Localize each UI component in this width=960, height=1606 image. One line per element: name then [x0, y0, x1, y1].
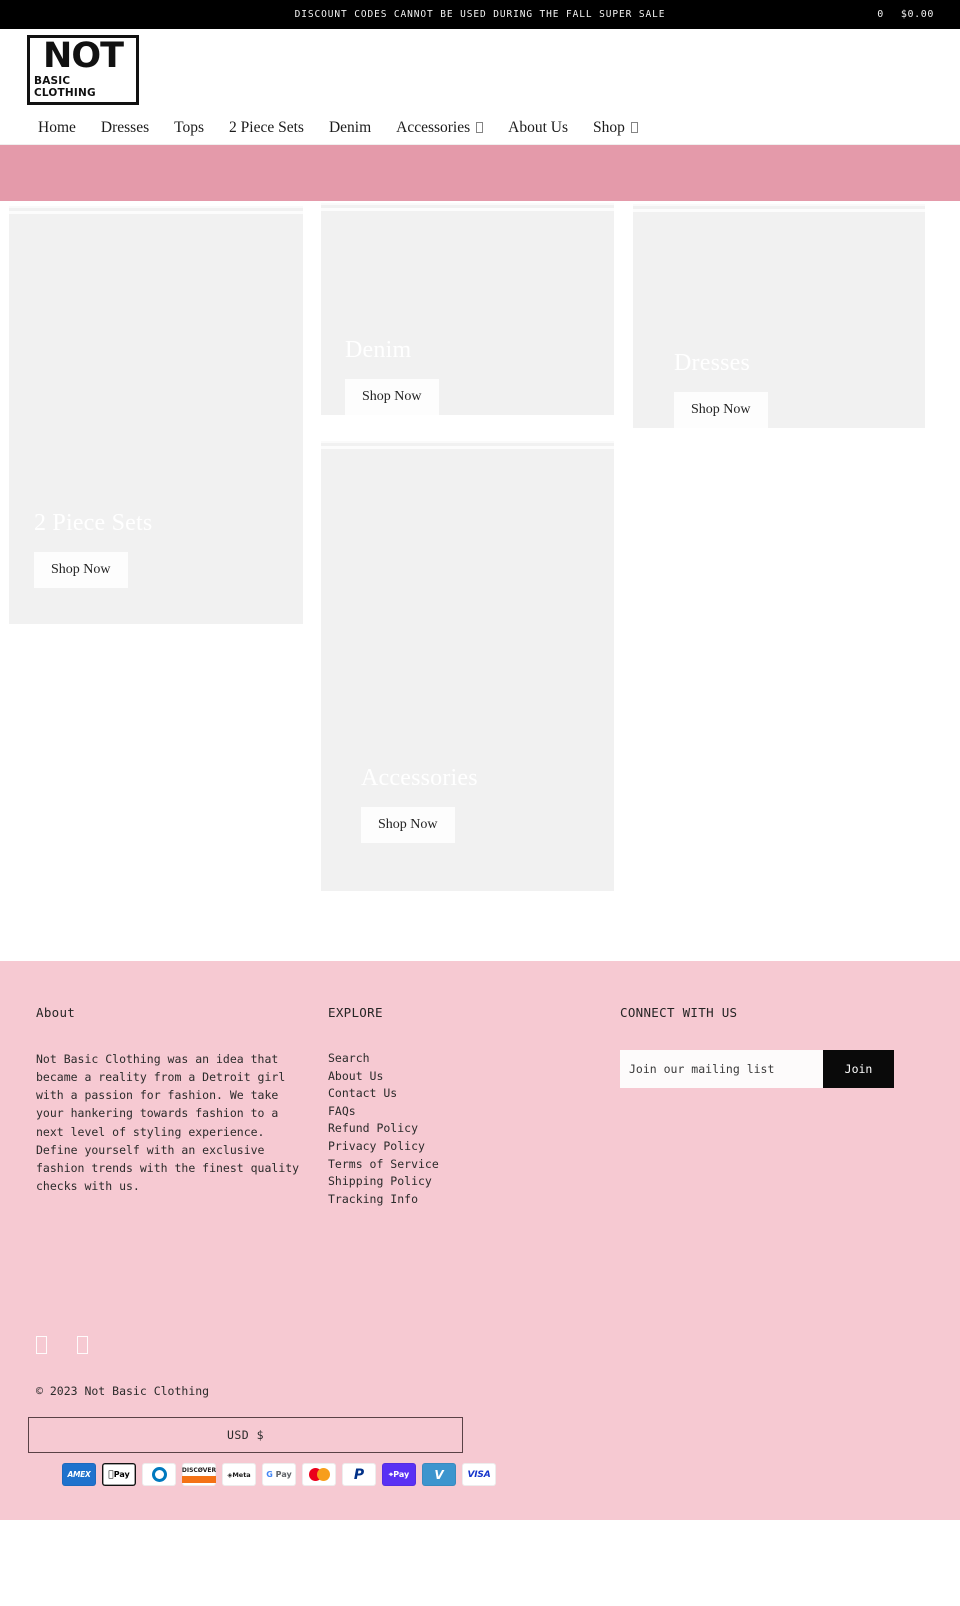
chevron-down-icon[interactable]: [630, 122, 638, 133]
shop-now-button[interactable]: Shop Now: [345, 379, 439, 415]
collection-grid: 2 Piece Sets Shop Now Denim Shop Now Dre…: [0, 201, 960, 961]
collection-title: Dresses: [674, 349, 751, 376]
meta-pay-icon: ◈ Meta: [222, 1463, 256, 1487]
diners-club-icon: [142, 1463, 176, 1487]
apple-pay-icon: Pay: [102, 1463, 136, 1487]
logo-wordmark: NOT: [43, 36, 124, 77]
collection-card-denim[interactable]: Denim Shop Now: [321, 203, 614, 415]
footer-column-explore: EXPLORE Search About Us Contact Us FAQs …: [328, 1005, 620, 1208]
card-content: Denim Shop Now: [345, 337, 439, 415]
google-pay-icon: G Pay: [262, 1463, 296, 1487]
collection-card-2-piece-sets[interactable]: 2 Piece Sets Shop Now: [9, 206, 303, 624]
nav-label: Dresses: [100, 118, 150, 136]
social-links: [0, 1336, 960, 1355]
newsletter-email-input[interactable]: [620, 1050, 823, 1088]
nav-item-accessories[interactable]: Accessories: [396, 118, 484, 137]
site-footer: About Not Basic Clothing was an idea tha…: [0, 961, 960, 1521]
explore-link-refund-policy[interactable]: Refund Policy: [328, 1120, 620, 1138]
payment-methods: AMEX Pay DISCØVER ◈Meta G Pay P ⌖Pay V …: [0, 1453, 960, 1520]
shop-now-button[interactable]: Shop Now: [674, 392, 768, 428]
collection-title: 2 Piece Sets: [34, 509, 153, 536]
shop-now-button[interactable]: Shop Now: [361, 807, 455, 843]
newsletter-join-button[interactable]: Join: [823, 1050, 894, 1088]
nav-label: Home: [38, 118, 76, 136]
site-header: NOT BASIC CLOTHING: [0, 29, 960, 111]
copyright-text: © 2023 Not Basic Clothing: [36, 1384, 210, 1399]
footer-column-connect: CONNECT WITH US Join: [620, 1005, 924, 1208]
about-text: Not Basic Clothing was an idea that beca…: [36, 1052, 300, 1194]
footer-columns: About Not Basic Clothing was an idea tha…: [0, 1005, 960, 1208]
collection-card-dresses[interactable]: Dresses Shop Now: [633, 204, 925, 428]
explore-heading: EXPLORE: [328, 1005, 383, 1020]
explore-link-faqs[interactable]: FAQs: [328, 1103, 620, 1121]
collection-title: Denim: [345, 336, 412, 363]
nav-item-denim[interactable]: Denim: [329, 119, 371, 137]
announcement-bar: DISCOUNT CODES CANNOT BE USED DURING THE…: [0, 0, 960, 29]
nav-item-2-piece-sets[interactable]: 2 Piece Sets: [229, 119, 304, 137]
american-express-icon: AMEX: [62, 1463, 96, 1487]
nav-item-about-us[interactable]: About Us: [508, 119, 568, 137]
shop-pay-icon: ⌖ Pay: [382, 1463, 416, 1487]
facebook-icon[interactable]: [36, 1336, 47, 1355]
paypal-icon: P: [342, 1463, 376, 1487]
nav-item-dresses[interactable]: Dresses: [101, 119, 149, 137]
instagram-icon[interactable]: [77, 1336, 88, 1355]
nav-item-shop[interactable]: Shop: [593, 119, 638, 137]
connect-heading: CONNECT WITH US: [620, 1005, 738, 1020]
card-content: Accessories Shop Now: [361, 765, 478, 843]
main-navigation: Home Dresses Tops 2 Piece Sets Denim Acc…: [0, 111, 960, 145]
explore-link-list: Search About Us Contact Us FAQs Refund P…: [328, 1050, 620, 1208]
explore-link-shipping-policy[interactable]: Shipping Policy: [328, 1173, 620, 1191]
card-content: 2 Piece Sets Shop Now: [34, 510, 152, 606]
card-content: Dresses Shop Now: [674, 350, 768, 428]
footer-column-about: About Not Basic Clothing was an idea tha…: [36, 1005, 328, 1208]
cart-count[interactable]: 0: [877, 9, 884, 20]
announcement-message: DISCOUNT CODES CANNOT BE USED DURING THE…: [294, 9, 666, 20]
nav-item-tops[interactable]: Tops: [174, 119, 204, 137]
explore-link-search[interactable]: Search: [328, 1050, 620, 1068]
explore-link-about-us[interactable]: About Us: [328, 1068, 620, 1086]
nav-label: Shop: [593, 118, 625, 136]
chevron-down-icon[interactable]: [476, 122, 484, 133]
visa-icon: VISA: [462, 1463, 496, 1487]
nav-item-home[interactable]: Home: [38, 119, 76, 137]
nav-label: Tops: [174, 118, 205, 136]
discover-icon: DISCØVER: [182, 1463, 216, 1487]
cart-summary[interactable]: 0 $0.00: [877, 0, 934, 29]
newsletter-form: Join: [620, 1050, 894, 1088]
explore-link-terms-of-service[interactable]: Terms of Service: [328, 1156, 620, 1174]
collection-title: Accessories: [361, 764, 478, 791]
cart-total[interactable]: $0.00: [901, 9, 934, 20]
collection-card-accessories[interactable]: Accessories Shop Now: [321, 441, 614, 891]
explore-link-contact-us[interactable]: Contact Us: [328, 1085, 620, 1103]
logo-tagline: BASIC CLOTHING: [34, 74, 96, 99]
about-heading: About: [36, 1005, 76, 1020]
nav-label: 2 Piece Sets: [229, 118, 304, 136]
explore-link-tracking-info[interactable]: Tracking Info: [328, 1191, 620, 1209]
shop-now-button[interactable]: Shop Now: [34, 552, 128, 588]
site-logo[interactable]: NOT BASIC CLOTHING: [27, 35, 139, 105]
nav-label: Accessories: [396, 118, 471, 136]
venmo-icon: V: [422, 1463, 456, 1487]
nav-label: About Us: [508, 118, 569, 136]
nav-label: Denim: [328, 118, 372, 136]
hero-banner: [0, 145, 960, 201]
currency-selector[interactable]: USD $: [28, 1417, 463, 1454]
explore-link-privacy-policy[interactable]: Privacy Policy: [328, 1138, 620, 1156]
mastercard-icon: [302, 1463, 336, 1487]
